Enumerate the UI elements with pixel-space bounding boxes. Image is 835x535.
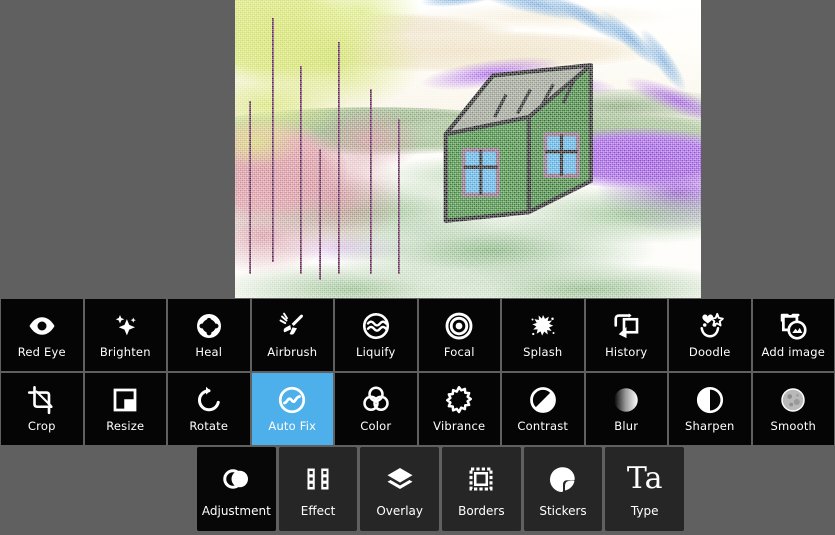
tool-label: Focal: [443, 345, 475, 360]
liquify-icon: [361, 311, 391, 341]
tool-label: Airbrush: [267, 345, 318, 360]
tool-vibrance[interactable]: Vibrance: [418, 373, 500, 445]
tool-label: Liquify: [356, 345, 396, 360]
rotate-icon: [194, 385, 224, 415]
vibrance-icon: [444, 385, 474, 415]
history-icon: [611, 311, 641, 341]
tool-auto-fix[interactable]: Auto Fix: [251, 373, 333, 445]
heal-icon: [194, 311, 224, 341]
category-overlay[interactable]: Overlay: [360, 447, 440, 531]
tree-trunk: [300, 65, 303, 275]
sparkles-icon: [110, 311, 140, 341]
auto-fix-icon: [277, 385, 307, 415]
category-bar: Adjustment Effect Overlay Borders Stickers Ta…: [197, 447, 685, 531]
tool-label: Red Eye: [17, 345, 66, 360]
tool-label: Vibrance: [433, 419, 486, 434]
tool-airbrush[interactable]: Airbrush: [251, 299, 333, 371]
tool-label: Auto Fix: [268, 419, 317, 434]
airbrush-icon: [277, 311, 307, 341]
border-icon: [464, 462, 498, 496]
tool-focal[interactable]: Focal: [418, 299, 500, 371]
tool-heal[interactable]: Heal: [168, 299, 250, 371]
category-type[interactable]: Ta Type: [605, 447, 685, 531]
tool-label: Rotate: [189, 419, 229, 434]
resize-icon: [110, 385, 140, 415]
sharpen-icon: [695, 385, 725, 415]
layers-icon: [383, 462, 417, 496]
tool-rotate[interactable]: Rotate: [168, 373, 250, 445]
category-label: Effect: [300, 503, 336, 518]
tool-splash[interactable]: Splash: [502, 299, 584, 371]
splash-icon: [528, 311, 558, 341]
tool-resize[interactable]: Resize: [84, 373, 166, 445]
photo-canvas[interactable]: [235, 0, 701, 298]
crop-icon: [27, 385, 57, 415]
tree-trunk: [248, 101, 251, 275]
tool-liquify[interactable]: Liquify: [335, 299, 417, 371]
category-label: Stickers: [539, 503, 587, 518]
tool-label: Resize: [106, 419, 145, 434]
canvas-area: [0, 0, 835, 298]
smooth-icon: [778, 385, 808, 415]
tool-history[interactable]: History: [585, 299, 667, 371]
category-label: Type: [630, 503, 659, 518]
photo-artwork: [235, 0, 701, 298]
tool-contrast[interactable]: Contrast: [502, 373, 584, 445]
tool-label: Sharpen: [685, 419, 735, 434]
tool-grid: Red Eye Brighten Heal Airbrush Liquify Focal S…: [0, 299, 835, 445]
color-icon: [361, 385, 391, 415]
tool-red-eye[interactable]: Red Eye: [1, 299, 83, 371]
tree-trunk: [370, 89, 373, 275]
eye-icon: [27, 311, 57, 341]
film-icon: [301, 462, 335, 496]
tree-trunk: [337, 41, 340, 275]
tool-label: Smooth: [770, 419, 817, 434]
tool-label: Color: [360, 419, 392, 434]
tool-blur[interactable]: Blur: [585, 373, 667, 445]
doodle-icon: [695, 311, 725, 341]
tool-crop[interactable]: Crop: [1, 373, 83, 445]
category-effect[interactable]: Effect: [278, 447, 358, 531]
adjustment-icon: [219, 462, 253, 496]
tool-label: Contrast: [517, 419, 569, 434]
tool-color[interactable]: Color: [335, 373, 417, 445]
tool-label: Brighten: [99, 345, 151, 360]
tree-trunk: [398, 119, 401, 275]
focal-icon: [444, 311, 474, 341]
tool-doodle[interactable]: Doodle: [669, 299, 751, 371]
category-label: Adjustment: [201, 503, 271, 518]
tool-sharpen[interactable]: Sharpen: [669, 373, 751, 445]
house-drawing: [431, 60, 594, 233]
category-adjustment[interactable]: Adjustment: [197, 447, 276, 531]
tool-label: History: [605, 345, 648, 360]
tree-trunk: [318, 149, 321, 281]
sticker-icon: [546, 462, 580, 496]
tool-label: Blur: [614, 419, 639, 434]
category-label: Overlay: [376, 503, 423, 518]
tool-label: Splash: [523, 345, 563, 360]
add-image-icon: [778, 311, 808, 341]
category-stickers[interactable]: Stickers: [523, 447, 603, 531]
tool-smooth[interactable]: Smooth: [752, 373, 834, 445]
tool-label: Heal: [195, 345, 223, 360]
tool-add-image[interactable]: Add image: [752, 299, 834, 371]
tool-label: Doodle: [688, 345, 731, 360]
tool-label: Add image: [761, 345, 826, 360]
category-borders[interactable]: Borders: [442, 447, 521, 531]
type-glyph: Ta: [626, 460, 663, 496]
blur-icon: [611, 385, 641, 415]
tool-brighten[interactable]: Brighten: [84, 299, 166, 371]
contrast-icon: [528, 385, 558, 415]
tool-label: Crop: [27, 419, 56, 434]
type-icon: Ta: [626, 460, 663, 496]
category-label: Borders: [458, 503, 505, 518]
tree-trunk: [272, 17, 275, 263]
